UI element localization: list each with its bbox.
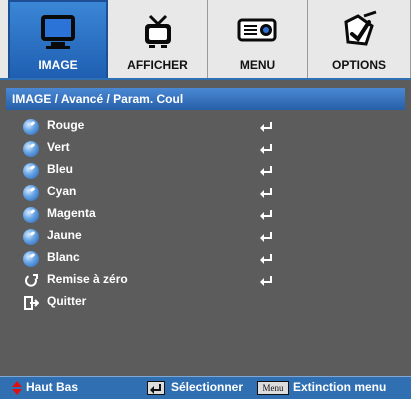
- menu-item-label: Rouge: [47, 118, 85, 132]
- tab-menu-label: MENU: [239, 58, 276, 72]
- menu-item-label: Remise à zéro: [47, 272, 128, 286]
- enter-icon: [258, 253, 274, 265]
- exit-icon: [23, 295, 40, 311]
- footer-nav-text: Haut Bas: [26, 380, 79, 394]
- tab-options-label: OPTIONS: [331, 58, 386, 72]
- tab-image-label: IMAGE: [38, 58, 78, 72]
- menu-item-label: Jaune: [47, 228, 82, 242]
- bullet-icon: [23, 185, 39, 201]
- enter-icon: [258, 187, 274, 199]
- enter-key-icon: [147, 381, 165, 395]
- footer-select-text: Sélectionner: [171, 380, 244, 394]
- breadcrumb-header: IMAGE / Avancé / Param. Coul: [6, 88, 405, 110]
- menu-item-reset[interactable]: Remise à zéro: [0, 270, 411, 292]
- tab-menu[interactable]: MENU: [208, 0, 308, 78]
- projector-icon: [235, 10, 281, 50]
- help-footer: Haut Bas Sélectionner Menu Extinction me…: [0, 376, 411, 399]
- bullet-icon: [23, 163, 39, 179]
- bullet-icon: [23, 141, 39, 157]
- menu-item-blanc[interactable]: Blanc: [0, 248, 411, 270]
- menu-item-label: Magenta: [47, 206, 96, 220]
- reset-icon: [23, 273, 39, 289]
- enter-icon: [258, 209, 274, 221]
- osd-menu: IMAGE AFFICHER MENU OPTIONS IMAGE / Avan…: [0, 0, 411, 399]
- enter-icon: [258, 231, 274, 243]
- tools-icon: [336, 10, 382, 50]
- menu-item-bleu[interactable]: Bleu: [0, 160, 411, 182]
- bullet-icon: [23, 119, 39, 135]
- menu-key-label: Menu: [257, 381, 289, 395]
- menu-item-rouge[interactable]: Rouge: [0, 116, 411, 138]
- menu-item-label: Vert: [47, 140, 70, 154]
- tab-bar: IMAGE AFFICHER MENU OPTIONS: [0, 0, 411, 80]
- menu-item-label: Blanc: [47, 250, 80, 264]
- enter-icon: [258, 275, 274, 287]
- menu-item-label: Quitter: [47, 294, 87, 308]
- bullet-icon: [23, 251, 39, 267]
- enter-icon: [258, 121, 274, 133]
- menu-item-vert[interactable]: Vert: [0, 138, 411, 160]
- menu-item-quitter[interactable]: Quitter: [0, 292, 411, 314]
- tab-options[interactable]: OPTIONS: [308, 0, 411, 78]
- menu-item-cyan[interactable]: Cyan: [0, 182, 411, 204]
- bullet-icon: [23, 229, 39, 245]
- bullet-icon: [23, 207, 39, 223]
- up-down-arrow-icon: [10, 380, 24, 396]
- menu-item-label: Cyan: [47, 184, 77, 198]
- enter-icon: [258, 143, 274, 155]
- monitor-icon: [35, 12, 81, 52]
- tab-afficher[interactable]: AFFICHER: [108, 0, 208, 78]
- tab-image[interactable]: IMAGE: [8, 0, 108, 78]
- tv-icon: [135, 10, 181, 50]
- tab-afficher-label: AFFICHER: [127, 58, 188, 72]
- menu-item-jaune[interactable]: Jaune: [0, 226, 411, 248]
- menu-item-label: Bleu: [47, 162, 74, 176]
- footer-exit-text: Extinction menu: [293, 380, 387, 394]
- enter-icon: [258, 165, 274, 177]
- menu-item-magenta[interactable]: Magenta: [0, 204, 411, 226]
- menu-list: Rouge Vert Bleu Cyan Magenta Jaune Blanc…: [0, 116, 411, 314]
